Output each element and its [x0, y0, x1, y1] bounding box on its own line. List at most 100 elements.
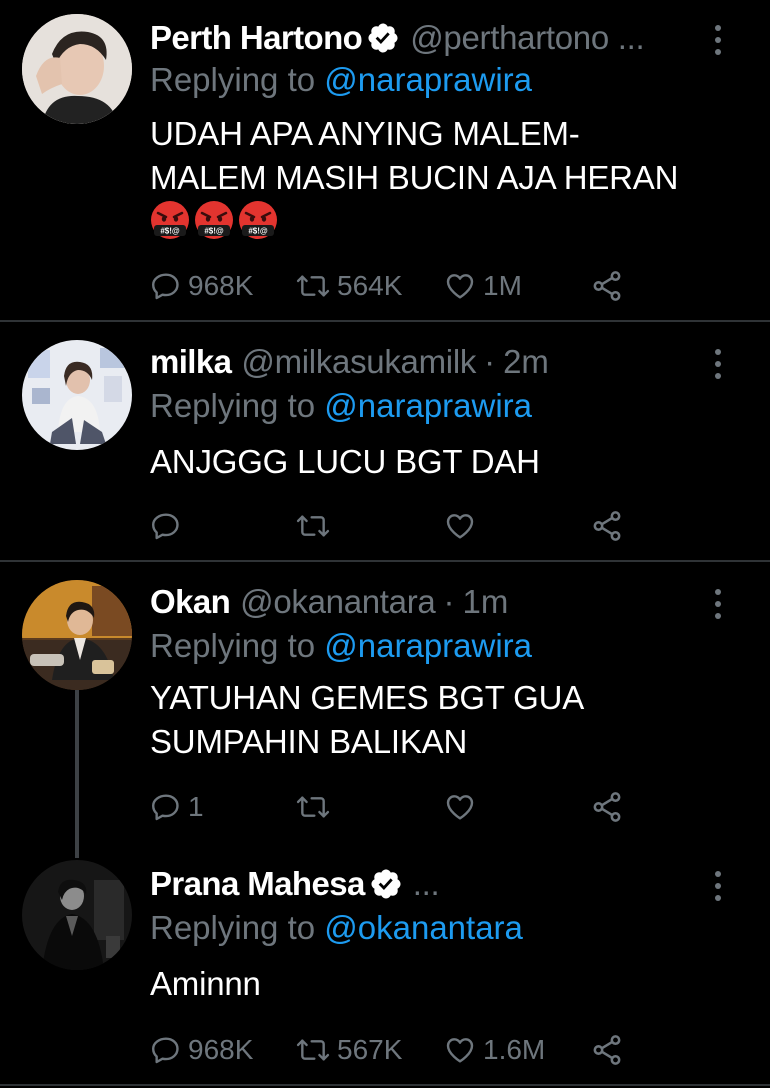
like-heart-icon [446, 274, 474, 299]
more-options-icon[interactable] [714, 871, 722, 901]
retweet-icon [296, 515, 330, 537]
avatar-image [22, 860, 132, 970]
author-handle[interactable]: ... [413, 865, 440, 903]
avatar-prana-mahesa[interactable] [22, 860, 132, 970]
tweet-actions: 968K 564K 1M [150, 266, 650, 306]
angry-cursing-face-emoji-icon: #$!@ [151, 201, 189, 239]
tweet-text-line: YATUHAN GEMES BGT GUA [150, 679, 585, 716]
reply-icon [152, 273, 179, 300]
author-name[interactable]: Perth Hartono [150, 19, 363, 57]
replying-to: Replying to @naraprawira [150, 384, 532, 428]
retweet-button[interactable] [295, 506, 337, 546]
tweet-text-line: ANJGGG LUCU BGT DAH [150, 443, 540, 480]
reply-icon [152, 794, 179, 821]
tweet-divider [0, 1084, 770, 1086]
author-name[interactable]: Okan [150, 583, 231, 621]
like-button[interactable]: 1M [443, 266, 522, 306]
share-icon [593, 511, 621, 541]
replying-to: Replying to @okanantara [150, 906, 523, 950]
emoji-symbols: #$!@ [248, 227, 268, 236]
like-button[interactable]: 1.6M [443, 1030, 545, 1070]
replying-to-mention[interactable]: @naraprawira [324, 61, 532, 98]
reply-count: 1 [188, 791, 204, 822]
tweet-okan[interactable]: Okan @okanantara · 1m Replying to @narap… [0, 562, 770, 842]
replying-to: Replying to @naraprawira [150, 624, 532, 668]
replying-to-mention[interactable]: @okanantara [324, 909, 523, 946]
like-heart-icon [446, 795, 474, 820]
replying-to-label: Replying to [150, 909, 325, 946]
retweet-icon [296, 796, 330, 818]
tweet-text: ANJGGG LUCU BGT DAH [150, 440, 740, 484]
replying-to-mention[interactable]: @naraprawira [324, 627, 532, 664]
tweet-header: Okan @okanantara · 1m [150, 580, 700, 624]
retweet-icon [296, 275, 330, 297]
avatar-image [22, 14, 132, 124]
tweet-text-line: UDAH APA ANYING MALEM- [150, 115, 580, 152]
tweet-perth-hartono[interactable]: Perth Hartono @perthartono ... Replying … [0, 0, 770, 320]
avatar-milka[interactable] [22, 340, 132, 450]
replying-to-mention[interactable]: @naraprawira [324, 387, 532, 424]
avatar-image [22, 340, 132, 450]
tweet-text-line: SUMPAHIN BALIKAN [150, 723, 468, 760]
reply-count: 968K [188, 270, 254, 301]
avatar-perth-hartono[interactable] [22, 14, 132, 124]
more-options-icon[interactable] [714, 589, 722, 619]
share-icon [593, 271, 621, 301]
emoji-symbols: #$!@ [160, 227, 180, 236]
like-heart-icon [446, 1038, 474, 1063]
author-name[interactable]: Prana Mahesa [150, 865, 365, 903]
avatar-image [22, 580, 132, 690]
reply-count: 968K [188, 1034, 254, 1065]
reply-button[interactable]: 968K [150, 1030, 253, 1070]
replying-to-label: Replying to [150, 61, 325, 98]
reply-icon [152, 1037, 179, 1064]
share-button[interactable] [590, 787, 624, 827]
tweet-milka[interactable]: milka @milkasukamilk · 2m Replying to @n… [0, 322, 770, 560]
like-heart-icon [446, 514, 474, 539]
share-button[interactable] [590, 1030, 624, 1070]
share-button[interactable] [590, 266, 624, 306]
more-options-icon[interactable] [714, 25, 722, 55]
emoji-row: #$!@ #$!@ #$!@ [150, 200, 278, 240]
more-options-icon[interactable] [714, 349, 722, 379]
share-icon [593, 792, 621, 822]
replying-to-label: Replying to [150, 387, 325, 424]
author-handle[interactable]: @okanantara [240, 583, 436, 621]
retweet-button[interactable] [295, 787, 337, 827]
share-button[interactable] [590, 506, 624, 546]
author-handle[interactable]: @milkasukamilk [241, 343, 476, 381]
emoji-symbols: #$!@ [204, 227, 224, 236]
author-name[interactable]: milka [150, 343, 232, 381]
retweet-count: 567K [337, 1034, 403, 1065]
separator-dot: · [484, 343, 496, 380]
tweet-header: Perth Hartono @perthartono ... [150, 16, 700, 60]
like-count: 1M [483, 270, 522, 301]
verified-badge-icon [366, 21, 400, 55]
retweet-count: 564K [337, 270, 403, 301]
reply-button[interactable]: 968K [150, 266, 253, 306]
author-handle[interactable]: @perthartono ... [410, 19, 644, 57]
tweet-text-line: Aminnn [150, 965, 261, 1002]
avatar-okan[interactable] [22, 580, 132, 690]
tweet-header: Prana Mahesa ... [150, 862, 700, 906]
separator-dot: · [443, 583, 455, 620]
share-icon [593, 1035, 621, 1065]
tweet-text: UDAH APA ANYING MALEM- MALEM MASIH BUCIN… [150, 112, 740, 200]
like-button[interactable] [443, 506, 483, 546]
timestamp[interactable]: 2m [503, 343, 549, 381]
tweet-actions [150, 506, 650, 546]
retweet-button[interactable]: 567K [295, 1030, 402, 1070]
like-count: 1.6M [483, 1034, 546, 1065]
reply-button[interactable]: 1 [150, 787, 204, 827]
timestamp[interactable]: 1m [462, 583, 508, 621]
angry-cursing-face-emoji-icon: #$!@ [239, 201, 277, 239]
reply-button[interactable] [150, 506, 188, 546]
like-button[interactable] [443, 787, 483, 827]
reply-icon [152, 513, 179, 540]
tweet-text-line: MALEM MASIH BUCIN AJA HERAN [150, 159, 679, 196]
retweet-button[interactable]: 564K [295, 266, 402, 306]
angry-cursing-face-emoji-icon: #$!@ [195, 201, 233, 239]
tweet-prana-mahesa[interactable]: Prana Mahesa ... Replying to @okanantara… [0, 842, 770, 1082]
tweet-text: Aminnn [150, 962, 740, 1006]
replying-to: Replying to @naraprawira [150, 58, 532, 102]
